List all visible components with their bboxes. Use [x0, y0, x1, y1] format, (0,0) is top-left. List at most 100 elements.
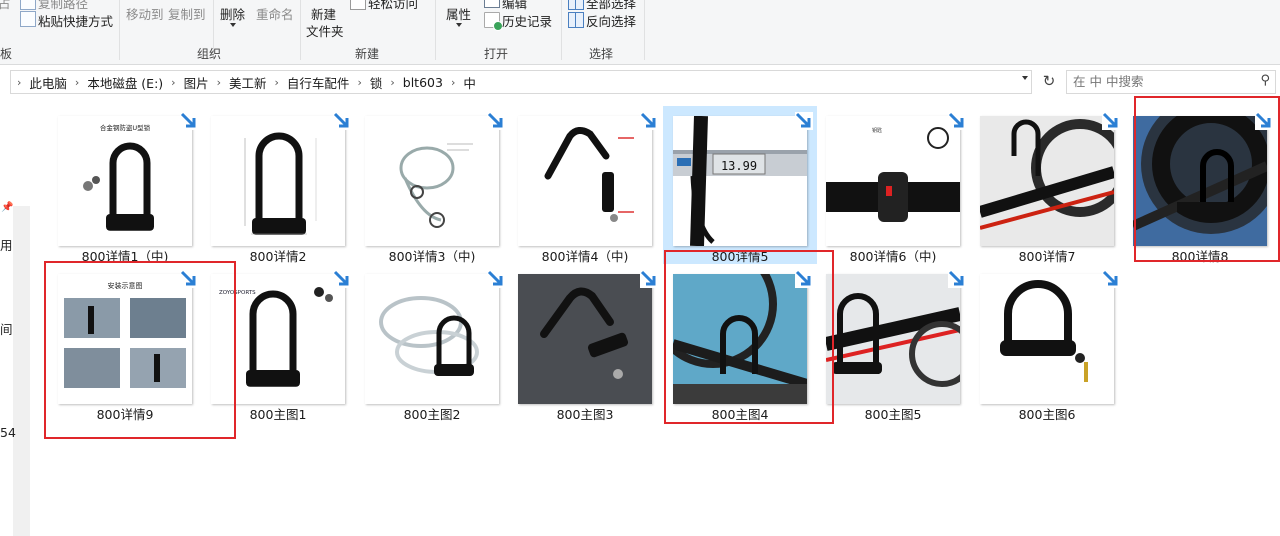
- invert-selection-button[interactable]: 反向选择: [586, 11, 636, 30]
- file-thumbnail: [211, 116, 345, 246]
- shortcut-arrow-icon: [178, 110, 200, 132]
- breadcrumb-separator-icon[interactable]: ›: [269, 76, 285, 89]
- svg-text:钥匙: 钥匙: [872, 127, 882, 134]
- nav-item-fragment[interactable]: 间: [0, 319, 13, 338]
- new-folder-button-line2[interactable]: 文件夹: [306, 21, 344, 40]
- file-name: 800主图6: [1018, 407, 1076, 422]
- breadcrumb-separator-icon[interactable]: ›: [165, 76, 181, 89]
- shortcut-arrow-icon: [485, 110, 507, 132]
- ribbon: 复制路径 粘贴快捷方式 占 板 移动到 复制到 删除 重命名 组织 新建 文件夹…: [0, 0, 1280, 65]
- breadcrumb-separator-icon[interactable]: ›: [445, 76, 461, 89]
- shortcut-arrow-icon: [1100, 268, 1122, 290]
- file-item[interactable]: 800详情2: [201, 106, 355, 264]
- navigation-scrollbar[interactable]: [13, 206, 30, 536]
- shortcut-arrow-icon: [946, 268, 968, 290]
- search-input[interactable]: [1067, 71, 1259, 91]
- clipboard-group-label: 板: [0, 47, 13, 61]
- file-item[interactable]: 合金钢防盗U型锁 800详情1（中): [48, 106, 202, 264]
- shortcut-arrow-icon: [946, 110, 968, 132]
- shortcut-arrow-icon: [1253, 110, 1275, 132]
- copy-to-button[interactable]: 复制到: [168, 4, 206, 23]
- breadcrumb-item[interactable]: 锁: [368, 73, 385, 92]
- breadcrumb-item[interactable]: 此电脑: [27, 73, 69, 92]
- nav-item-fragment[interactable]: 用: [0, 235, 13, 254]
- breadcrumb-item[interactable]: 美工新: [227, 73, 269, 92]
- file-item[interactable]: 800详情4（中): [508, 106, 662, 264]
- breadcrumb-separator-icon[interactable]: ›: [11, 76, 27, 89]
- copy-path-icon: [20, 0, 36, 10]
- breadcrumb-item[interactable]: 自行车配件: [285, 73, 352, 92]
- shortcut-arrow-icon: [793, 110, 815, 132]
- file-name: 800主图1: [249, 407, 307, 422]
- file-name: 800详情3（中): [388, 249, 476, 264]
- breadcrumb[interactable]: › 此电脑 › 本地磁盘 (E:) › 图片 › 美工新 › 自行车配件 › 锁 › blt603 › 中: [10, 70, 1032, 94]
- file-item[interactable]: 800主图2: [355, 264, 509, 422]
- delete-button[interactable]: 删除: [220, 4, 245, 23]
- file-name: 800主图5: [864, 407, 922, 422]
- nav-item-fragment[interactable]: 54: [0, 425, 16, 440]
- move-to-button[interactable]: 移动到: [126, 4, 164, 23]
- breadcrumb-item[interactable]: 图片: [182, 73, 211, 92]
- shortcut-arrow-icon: [178, 268, 200, 290]
- file-name: 800主图2: [403, 407, 461, 422]
- properties-button[interactable]: 属性: [446, 4, 471, 23]
- file-item[interactable]: 800主图4: [663, 264, 817, 422]
- thumb-caption: 安装示意图: [108, 281, 143, 290]
- breadcrumb-separator-icon[interactable]: ›: [211, 76, 227, 89]
- file-item[interactable]: ZOYOSPORTS 800主图1: [201, 264, 355, 422]
- file-thumbnail: [673, 274, 807, 404]
- file-thumbnail: [980, 116, 1114, 246]
- shortcut-arrow-icon: [638, 268, 660, 290]
- pin-icon[interactable]: 📌: [1, 202, 13, 213]
- brand-text: ZOYOSPORTS: [219, 290, 256, 296]
- ribbon-separator: [435, 0, 436, 60]
- breadcrumb-item[interactable]: blt603: [401, 75, 445, 90]
- address-history-dropdown-icon[interactable]: [1022, 76, 1028, 80]
- ribbon-separator: [119, 0, 120, 60]
- easy-access-icon: [350, 0, 366, 10]
- file-thumbnail: [518, 116, 652, 246]
- paste-button-partial[interactable]: 占: [0, 0, 11, 12]
- file-name: 800主图4: [711, 407, 769, 422]
- file-item[interactable]: 800主图5: [816, 264, 970, 422]
- file-name: 800详情5: [711, 249, 769, 264]
- organize-group-label: 组织: [197, 47, 222, 61]
- file-name: 800详情4（中): [541, 249, 629, 264]
- file-thumbnail: 13.99: [673, 116, 807, 246]
- easy-access-button[interactable]: 轻松访问: [368, 0, 418, 12]
- refresh-icon[interactable]: ↻: [1038, 70, 1060, 92]
- file-thumbnail: [365, 116, 499, 246]
- file-name: 800详情1（中): [81, 249, 169, 264]
- file-thumbnail: 安装示意图: [58, 274, 192, 404]
- file-item[interactable]: 800主图3: [508, 264, 662, 422]
- history-icon: [484, 12, 503, 31]
- file-item[interactable]: 13.99 800详情5: [663, 106, 817, 264]
- navigation-pane: 📌 用 间 54: [0, 98, 30, 536]
- file-item[interactable]: 安装示意图 800详情9: [48, 264, 202, 422]
- breadcrumb-item[interactable]: 中: [461, 73, 478, 92]
- breadcrumb-separator-icon[interactable]: ›: [351, 76, 367, 89]
- properties-dropdown-icon[interactable]: [456, 23, 462, 27]
- file-item[interactable]: 800详情8: [1123, 106, 1277, 264]
- file-item[interactable]: 800详情7: [970, 106, 1124, 264]
- shortcut-arrow-icon: [331, 110, 353, 132]
- breadcrumb-separator-icon[interactable]: ›: [69, 76, 85, 89]
- search-box[interactable]: ⚲: [1066, 70, 1276, 94]
- delete-dropdown-icon[interactable]: [230, 23, 236, 27]
- breadcrumb-separator-icon[interactable]: ›: [384, 76, 400, 89]
- search-icon[interactable]: ⚲: [1260, 73, 1270, 88]
- file-name: 800详情6（中): [849, 249, 937, 264]
- file-item[interactable]: 800主图6: [970, 264, 1124, 422]
- file-item[interactable]: 钥匙 800详情6（中): [816, 106, 970, 264]
- breadcrumb-item[interactable]: 本地磁盘 (E:): [85, 73, 165, 92]
- file-thumbnail: [365, 274, 499, 404]
- paste-shortcut-button[interactable]: 粘贴快捷方式: [38, 11, 113, 30]
- paste-shortcut-icon: [20, 11, 36, 27]
- file-name: 800详情7: [1018, 249, 1076, 264]
- file-thumbnail: [980, 274, 1114, 404]
- select-group-label: 选择: [589, 47, 614, 61]
- history-button[interactable]: 历史记录: [502, 11, 552, 30]
- rename-button[interactable]: 重命名: [256, 4, 294, 23]
- file-item[interactable]: 800详情3（中): [355, 106, 509, 264]
- select-all-icon: [568, 0, 584, 10]
